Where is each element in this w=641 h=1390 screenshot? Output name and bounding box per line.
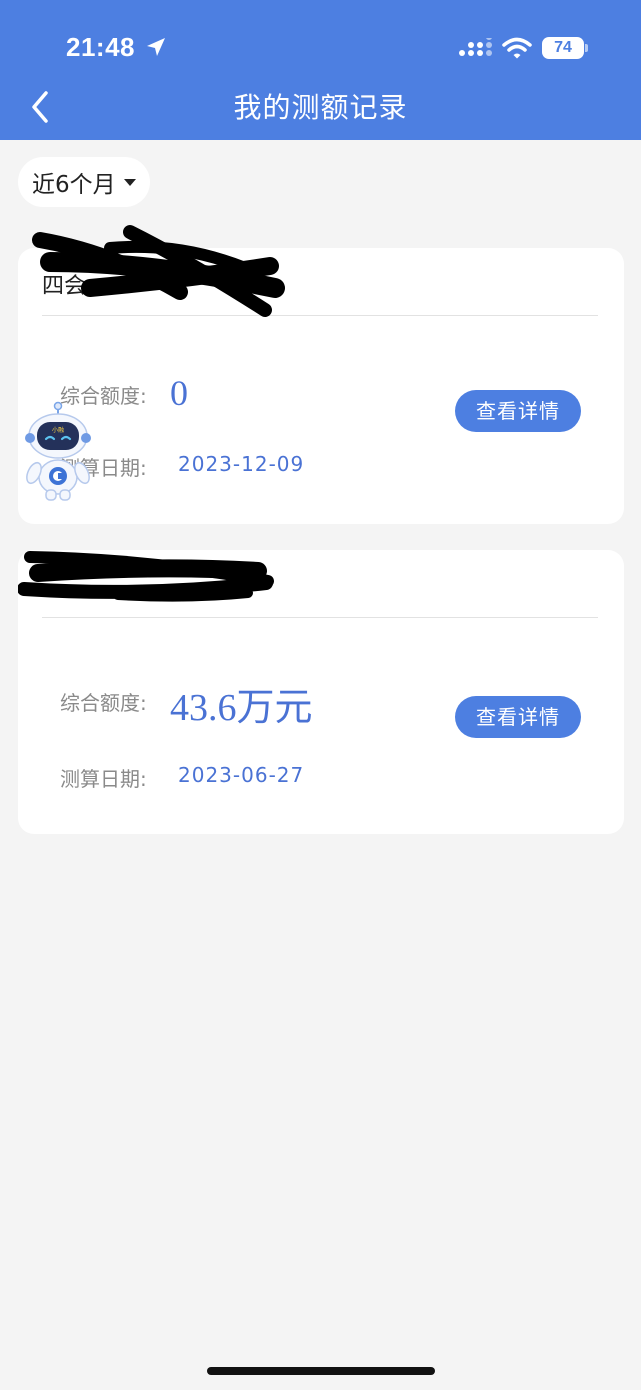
caret-down-icon [123, 178, 136, 186]
quota-label: 综合额度: [60, 691, 147, 715]
cellular-signal-icon [459, 38, 492, 56]
date-value: 2023-06-27 [178, 763, 305, 787]
wifi-icon [502, 37, 532, 59]
view-details-button[interactable]: 查看详情 [455, 696, 581, 738]
card-divider [42, 617, 598, 618]
date-value: 2023-12-09 [178, 452, 305, 476]
mascot-badge: 小融 [52, 426, 64, 434]
status-time: 21:48 [66, 32, 135, 62]
location-arrow-icon [147, 38, 165, 56]
page-title: 我的测额记录 [233, 91, 408, 124]
redaction-scribble [18, 551, 274, 602]
redaction-scribble [32, 225, 285, 317]
home-indicator [207, 1367, 435, 1375]
robot-mascot-icon[interactable]: 小融 [22, 400, 94, 504]
battery-icon: 74 [542, 37, 584, 59]
quota-value: 0 [170, 373, 188, 413]
quota-value: 43.6万元 [170, 687, 313, 729]
date-label: 测算日期: [60, 767, 147, 791]
filter-label: 近6个月 [32, 172, 116, 198]
battery-nub [585, 44, 588, 52]
app-header: 21:48 74 我的测额记录 [0, 0, 641, 140]
date-range-filter[interactable]: 近6个月 [18, 157, 150, 207]
view-details-button[interactable]: 查看详情 [455, 390, 581, 432]
